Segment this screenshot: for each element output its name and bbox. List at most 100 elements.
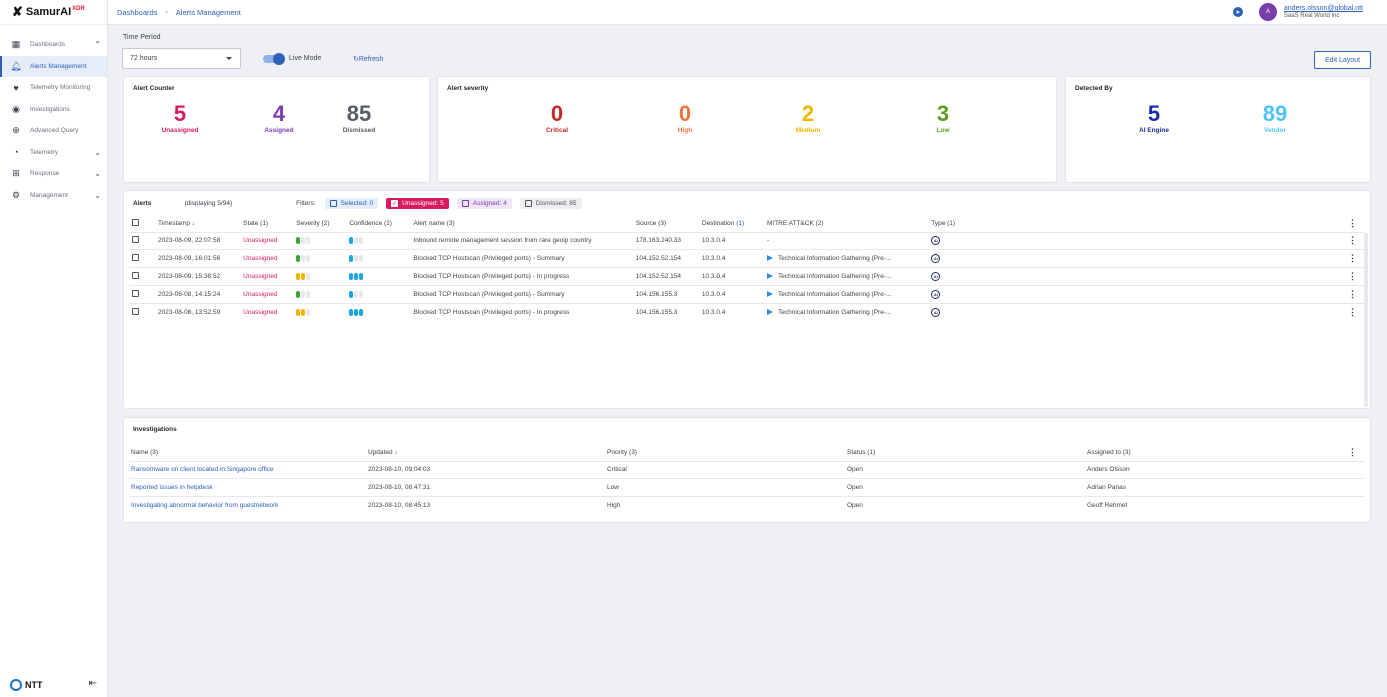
sidebar-item-label: Telemetry <box>30 148 59 156</box>
table-row[interactable]: 2023-08-09, 15:38:52 Unassigned Blocked TC… <box>129 267 1365 286</box>
row-checkbox[interactable] <box>132 307 139 315</box>
alert-name-cell[interactable]: Blocked TCP Hostscan (Privileged ports) … <box>413 267 636 286</box>
row-menu-icon[interactable]: ⋮ <box>1339 231 1365 250</box>
sidebar-item-management[interactable]: ⚙ Management ⌄ <box>0 185 107 207</box>
compass-icon[interactable]: ➤ <box>1232 7 1243 17</box>
row-checkbox[interactable] <box>132 271 139 279</box>
more-options-icon[interactable]: ⋮ <box>1340 215 1365 232</box>
mitre-label: Technical Information Gathering (Pre-... <box>777 290 892 298</box>
user-info[interactable]: anders.olsson@global.ntt SaaS Real World… <box>1284 4 1363 20</box>
collapse-sidebar-icon[interactable]: ⇤ <box>89 678 97 689</box>
row-menu-icon[interactable]: ⋮ <box>1339 267 1365 286</box>
sidebar-item-telemetry[interactable]: ◔ Telemetry ⌄ <box>0 142 107 164</box>
filter-chip-una[interactable]: ✓ Unassigned: 5 <box>386 198 449 209</box>
vendor-stat[interactable]: 89 Vendor <box>1240 102 1310 135</box>
alert-name-cell[interactable]: Blocked TCP Hostscan (Privileged ports) … <box>413 284 636 304</box>
table-row[interactable]: Reported issues in helpdesk 2023-08-10, 0… <box>129 478 1365 497</box>
filter-chip-dis[interactable]: Dismissed: 85 <box>519 198 582 209</box>
table-row[interactable]: Investigating abnormal behavior from gue… <box>129 496 1365 515</box>
col-type[interactable]: Type (1) <box>931 215 1340 232</box>
sidebar-item-alerts-management[interactable]: 🔔︎ Alerts Management <box>0 55 107 77</box>
col-mitre[interactable]: MITRE ATT&CK (2) <box>767 215 931 232</box>
row-select-cell[interactable] <box>129 249 159 268</box>
row-menu-icon[interactable]: ⋮ <box>1339 284 1365 304</box>
unassigned-stat[interactable]: 5 Unassigned <box>145 102 215 135</box>
alert-name-cell[interactable]: Blocked TCP Hostscan (Privileged ports) … <box>413 249 636 268</box>
investigation-link[interactable]: Reported issues in helpdesk <box>131 484 213 491</box>
table-row[interactable]: 2023-08-09, 16:01:56 Unassigned Blocked TC… <box>129 249 1365 268</box>
chevron-up-icon[interactable]: ⌃ <box>94 40 101 49</box>
filter-chip-sel[interactable]: Selected: 0 <box>324 198 379 209</box>
col-timestamp[interactable]: Timestamp ↓ <box>158 215 243 232</box>
chevron-down-icon[interactable]: ⌄ <box>94 148 101 157</box>
table-row[interactable]: Ransomware on client located in Singapor… <box>129 460 1365 479</box>
select-all-cell[interactable] <box>129 215 158 232</box>
row-select-cell[interactable] <box>129 267 159 286</box>
col-alert-name[interactable]: Alert name (3) <box>413 215 635 232</box>
sidebar-item-investigations[interactable]: ◉ Investigations <box>0 99 107 121</box>
filter-chip-label: Selected: 0 <box>340 200 374 207</box>
updated-cell: 2023-08-10, 08:47:31 <box>368 478 607 497</box>
brand-logo[interactable]: ✘ SamurAI XDR <box>0 0 107 25</box>
chevron-down-icon[interactable]: ⌄ <box>94 169 101 178</box>
more-options-icon[interactable]: ⋮ <box>1340 444 1365 461</box>
investigation-name-cell[interactable]: Investigating abnormal behavior from gue… <box>129 496 368 515</box>
row-menu-icon[interactable]: ⋮ <box>1339 249 1365 268</box>
dismissed-label: Dismissed <box>342 127 376 134</box>
filter-chip-asg[interactable]: Assigned: 4 <box>456 198 512 209</box>
col-source[interactable]: Source (3) <box>636 215 702 232</box>
col-inv-name[interactable]: Name (3) <box>129 444 368 461</box>
confidence-pill <box>349 237 354 245</box>
row-spacer <box>1340 460 1365 479</box>
investigation-name-cell[interactable]: Reported issues in helpdesk <box>129 478 368 497</box>
alerts-scrollbar[interactable] <box>1364 233 1368 407</box>
table-row[interactable]: 2023-08-08, 13:52:59 Unassigned Blocked TC… <box>129 302 1365 321</box>
investigation-link[interactable]: Ransomware on client located in Singapor… <box>131 466 274 473</box>
col-inv-updated[interactable]: Updated ↓ <box>368 444 607 461</box>
avatar[interactable]: A <box>1258 3 1277 21</box>
table-row[interactable]: 2023-08-09, 22:07:58 Unassigned Inbound re… <box>129 231 1365 250</box>
assigned-stat[interactable]: 4 Assigned <box>244 102 314 135</box>
row-checkbox[interactable] <box>132 289 139 297</box>
time-period-select[interactable]: 72 hours <box>122 48 241 69</box>
medium-stat[interactable]: 2 Medium <box>773 102 843 135</box>
sidebar-item-telemetry-monitoring[interactable]: ♥ Telemetry Monitoring <box>0 77 107 99</box>
ai-engine-stat[interactable]: 5 AI Engine <box>1119 102 1189 135</box>
critical-stat[interactable]: 0 Critical <box>522 102 592 135</box>
col-state[interactable]: State (1) <box>243 215 296 232</box>
live-mode-toggle[interactable] <box>263 53 285 65</box>
edit-layout-button[interactable]: Edit Layout <box>1314 51 1371 69</box>
alert-name-cell[interactable]: Inbound remote management session from r… <box>413 231 636 250</box>
col-inv-priority[interactable]: Priority (3) <box>607 444 847 461</box>
sidebar-item-dashboards[interactable]: ▦ Dashboards ⌃ <box>0 34 107 56</box>
low-stat[interactable]: 3 Low <box>908 102 978 135</box>
severity-cell <box>296 249 350 268</box>
dismissed-stat[interactable]: 85 Dismissed <box>324 102 394 135</box>
row-menu-icon[interactable]: ⋮ <box>1339 302 1365 321</box>
user-email[interactable]: anders.olsson@global.ntt <box>1284 4 1363 13</box>
row-checkbox[interactable] <box>132 236 139 244</box>
row-select-cell[interactable] <box>129 302 159 321</box>
mitre-tactic-icon <box>766 309 773 316</box>
sidebar-item-advanced-query[interactable]: ⊕ Advanced Query <box>0 120 107 142</box>
col-destination[interactable]: Destination (1) <box>702 215 767 232</box>
row-checkbox[interactable] <box>132 254 139 262</box>
chevron-down-icon[interactable]: ⌄ <box>94 191 101 200</box>
col-inv-status[interactable]: Status (1) <box>847 444 1087 461</box>
col-confidence[interactable]: Confidence (2) <box>349 215 413 232</box>
investigation-name-cell[interactable]: Ransomware on client located in Singapor… <box>129 460 368 479</box>
col-inv-assigned[interactable]: Assigned to (3) <box>1087 444 1340 461</box>
table-row[interactable]: 2023-08-08, 14:15:24 Unassigned Blocked TC… <box>129 284 1365 304</box>
investigation-link[interactable]: Investigating abnormal behavior from gue… <box>131 502 278 509</box>
breadcrumb-root[interactable]: Dashboards <box>117 8 157 17</box>
select-all-checkbox[interactable] <box>132 218 139 226</box>
row-select-cell[interactable] <box>129 284 159 304</box>
severity-pill <box>301 255 306 263</box>
alert-name-cell[interactable]: Blocked TCP Hostscan (Privileged ports) … <box>413 302 636 321</box>
high-stat[interactable]: 0 High <box>650 102 720 135</box>
breadcrumb-current[interactable]: Alerts Management <box>176 8 241 17</box>
row-select-cell[interactable] <box>129 231 159 250</box>
col-severity[interactable]: Severity (2) <box>296 215 349 232</box>
refresh-button[interactable]: ↻Refresh <box>353 55 383 63</box>
sidebar-item-response[interactable]: ⊞ Response ⌄ <box>0 163 107 185</box>
